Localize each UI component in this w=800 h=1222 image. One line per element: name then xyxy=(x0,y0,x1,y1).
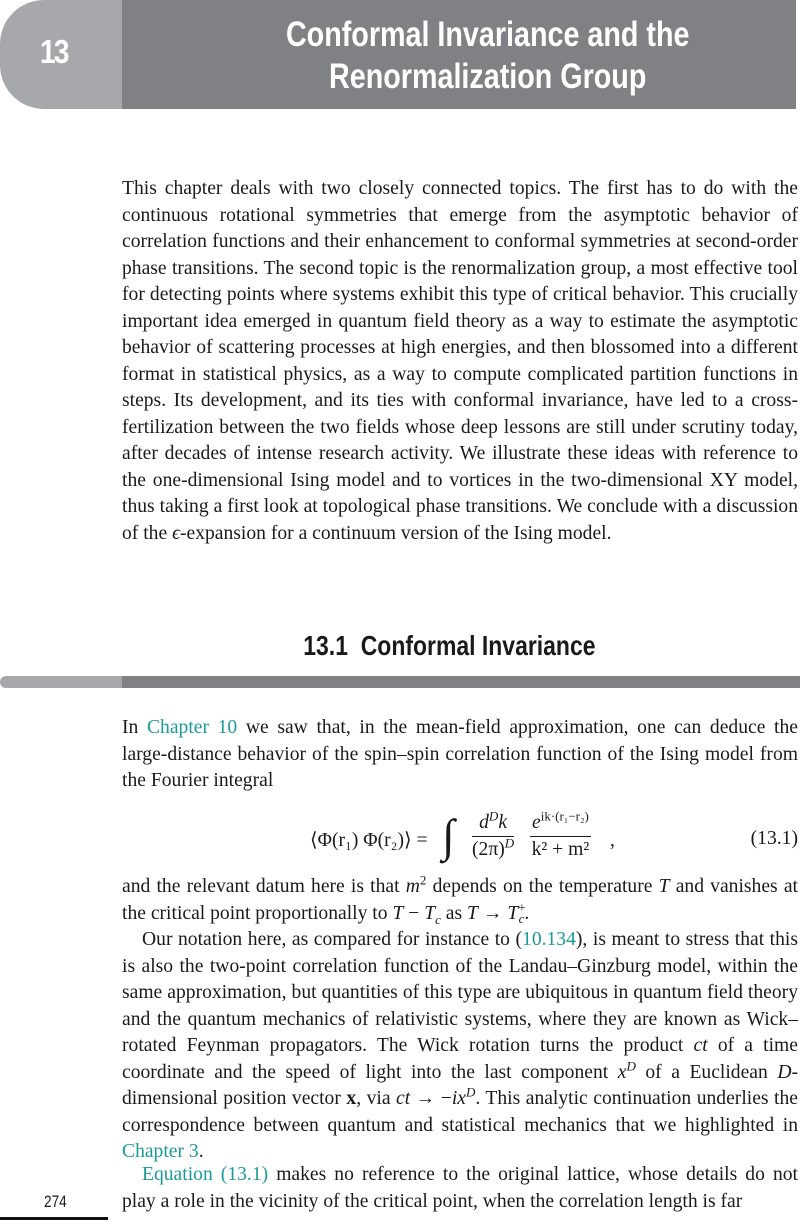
paragraph-3: Our notation here, as compared for insta… xyxy=(122,927,798,1166)
chapter-title: Conformal Invariance and the Renormaliza… xyxy=(183,14,736,98)
chapter-intro-paragraph: This chapter deals with two closely conn… xyxy=(122,176,798,547)
arrow: → xyxy=(477,902,508,924)
integral-sign: ∫ xyxy=(442,810,455,861)
chapter-title-line-2: Renormalization Group xyxy=(329,57,647,96)
section-heading: 13.1 Conformal Invariance xyxy=(0,630,800,662)
paragraph-2: and the relevant datum here is that m2 d… xyxy=(122,873,798,927)
text: depends on the temperature xyxy=(426,876,659,897)
two-pi: (2π) xyxy=(472,839,505,860)
para1-text: In xyxy=(122,717,147,738)
ct-symbol: ct xyxy=(396,1088,411,1109)
paragraph-4: Equation (13.1) makes no reference to th… xyxy=(122,1162,798,1215)
text: of a Euclidean xyxy=(635,1061,778,1083)
D-symbol: D xyxy=(777,1061,792,1083)
epsilon-symbol: ϵ xyxy=(172,522,180,544)
section-rule xyxy=(0,676,800,688)
arrow: → − xyxy=(410,1088,452,1109)
ct-symbol: ct xyxy=(693,1035,708,1056)
section-number: 13.1 xyxy=(303,630,348,661)
exp-base: e xyxy=(532,812,541,833)
section-rule-bar xyxy=(122,676,800,688)
propagator-numerator: eik·(r₁−r₂) xyxy=(530,808,591,837)
text: . xyxy=(198,1141,204,1162)
chapter-3-link[interactable]: Chapter 3 xyxy=(122,1141,199,1162)
intro-text: This chapter deals with two closely conn… xyxy=(122,178,798,544)
equation-13-1: ⟨Φ(r₁) Φ(r₂)⟩ = ∫ dDk (2π)D eik·(r₁−r₂) … xyxy=(280,806,800,874)
text: , via xyxy=(356,1088,397,1109)
T-symbol: T xyxy=(658,876,670,897)
equation-10-134-link[interactable]: 10.134 xyxy=(522,929,576,950)
Tc-symbol: T xyxy=(507,902,519,924)
minus: − xyxy=(403,902,425,924)
paragraph-1: In Chapter 10 we saw that, in the mean-f… xyxy=(122,715,798,795)
chapter-header: 13 Conformal Invariance and the Renormal… xyxy=(0,0,800,109)
text: as xyxy=(440,902,468,924)
equation-lhs: ⟨Φ(r₁) Φ(r₂)⟩ = xyxy=(310,830,428,851)
m-symbol: m xyxy=(405,876,420,897)
ix-exponent: D xyxy=(465,1084,476,1100)
T-symbol: T xyxy=(467,902,478,924)
intro-text-end: -expansion for a continuum version of th… xyxy=(179,522,612,544)
chapter-number: 13 xyxy=(40,33,69,70)
chapter-title-banner: Conformal Invariance and the Renormaliza… xyxy=(122,0,796,109)
equation-13-1-link[interactable]: Equation (13.1) xyxy=(142,1164,268,1185)
d-exponent: D xyxy=(488,808,499,824)
page-number-rule xyxy=(0,1217,108,1220)
text: Our notation here, as compared for insta… xyxy=(142,929,523,950)
measure-numerator: dDk xyxy=(472,808,515,837)
section-title: Conformal Invariance xyxy=(360,630,596,661)
T-symbol: T xyxy=(392,902,404,924)
text: and the relevant datum here is that xyxy=(122,876,406,897)
page-number: 274 xyxy=(44,1192,67,1211)
x-vector: x xyxy=(346,1088,357,1109)
k-symbol: k xyxy=(498,812,508,833)
exp-exponent: ik·(r₁−r₂) xyxy=(540,808,589,824)
measure-fraction: dDk (2π)D xyxy=(472,808,515,863)
Tc-symbol: T xyxy=(424,902,436,924)
d-symbol: d xyxy=(479,812,489,833)
measure-denominator: (2π)D xyxy=(472,835,515,863)
chapter-10-link[interactable]: Chapter 10 xyxy=(147,717,237,738)
chapter-title-line-1: Conformal Invariance and the xyxy=(285,15,690,54)
two-pi-exponent: D xyxy=(504,835,515,851)
x-exponent: D xyxy=(626,1057,636,1073)
text: . xyxy=(524,902,530,924)
propagator-fraction: eik·(r₁−r₂) k² + m² xyxy=(530,808,591,863)
propagator-denominator: k² + m² xyxy=(531,839,590,860)
section-rule-tab xyxy=(0,676,122,688)
ix-symbol: ix xyxy=(451,1088,466,1109)
equation-number: (13.1) xyxy=(750,828,798,849)
chapter-number-tab: 13 xyxy=(0,0,122,109)
equation-comma: , xyxy=(610,830,615,851)
